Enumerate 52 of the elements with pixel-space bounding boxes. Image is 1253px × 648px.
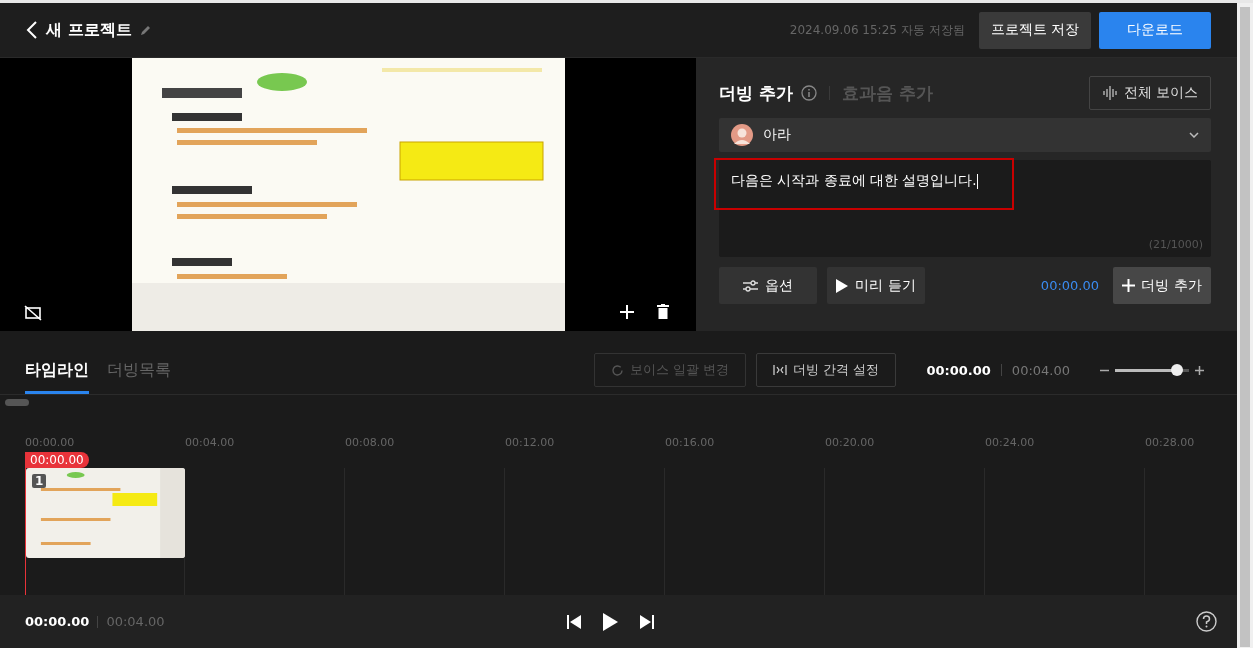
time-tick: 00:20.00 [825,436,876,449]
chevron-down-icon [1189,132,1199,138]
play-icon[interactable] [603,612,618,631]
autosave-status: 2024.09.06 15:25 자동 저장됨 [789,21,965,39]
refresh-icon [610,363,624,377]
character-counter: (21/1000) [1148,238,1203,251]
time-tick: 00:28.00 [1145,436,1196,449]
time-tick: 00:12.00 [505,436,556,449]
playhead-time[interactable]: 00:00.00 [25,452,89,468]
add-dubbing-button[interactable]: 더빙 추가 [1113,267,1211,304]
hide-subtitles-icon[interactable] [24,305,42,321]
spacing-icon [773,364,788,376]
plus-icon [1122,279,1136,292]
help-icon[interactable] [1196,611,1217,632]
skip-forward-icon[interactable] [640,614,654,629]
player-total-time: 00:04.00 [106,614,165,629]
info-icon[interactable] [800,85,817,101]
all-voices-button[interactable]: 전체 보이스 [1088,76,1211,110]
time-tick: 00:00.00 [25,436,76,449]
time-tick: 00:04.00 [185,436,236,449]
project-title: 새 프로젝트 [46,19,132,41]
back-icon[interactable] [26,21,38,39]
panel-tab[interactable]: 더빙 추가 [719,81,793,105]
page-scrollbar[interactable] [1237,3,1253,648]
player-current-time: 00:00.00 [25,614,90,629]
timeline-tab[interactable]: 타임라인 [25,346,89,394]
dubbing-time: 00:00.00 [1040,278,1099,293]
voice-name: 아라 [763,126,791,144]
current-time: 00:00.00 [926,362,991,378]
trash-icon[interactable] [657,304,669,319]
avatar-icon [731,124,753,146]
sliders-icon [743,279,758,292]
zoom-in-icon[interactable] [1195,365,1204,375]
clip-number: 1 [32,474,47,488]
download-button[interactable]: 다운로드 [1099,11,1211,49]
pencil-icon[interactable] [139,24,152,36]
voice-dropdown[interactable]: 아라 [719,118,1211,152]
total-time: 00:04.00 [1011,362,1070,378]
script-text: 다음은 시작과 종료에 대한 설명입니다. [731,172,979,190]
options-button[interactable]: 옵션 [719,267,817,304]
time-tick: 00:24.00 [985,436,1036,449]
skip-back-icon[interactable] [567,614,581,629]
time-tick: 00:16.00 [665,436,716,449]
waveform-icon [1101,86,1118,100]
preview-listen-button[interactable]: 미리 듣기 [827,267,925,304]
slide-clip[interactable]: 1 [26,468,185,558]
scrollbar-thumb[interactable] [5,399,29,406]
timeline-tool-button[interactable]: 더빙 간격 설정 [756,353,897,387]
add-icon[interactable] [620,305,634,319]
play-icon [836,278,849,293]
time-tick: 00:08.00 [345,436,396,449]
save-project-button[interactable]: 프로젝트 저장 [978,11,1091,49]
